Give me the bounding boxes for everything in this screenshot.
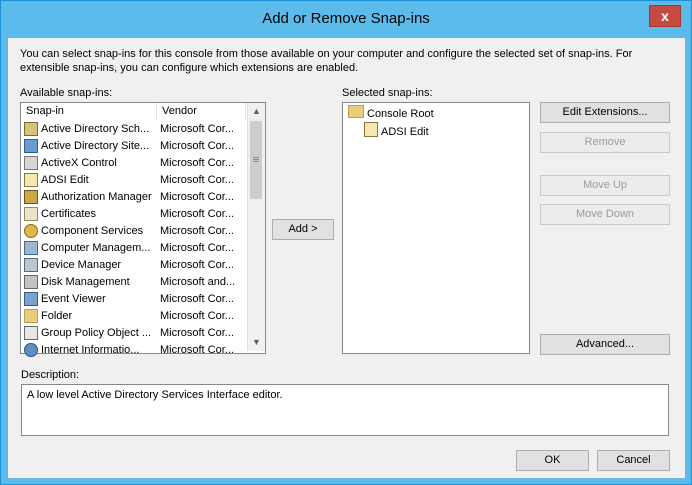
snapin-vendor: Microsoft Cor... (160, 310, 234, 322)
advanced-button[interactable]: Advanced... (540, 334, 670, 355)
move-up-button[interactable]: Move Up (540, 175, 670, 196)
close-button[interactable]: x (649, 5, 681, 27)
snapin-vendor: Microsoft Cor... (160, 327, 234, 339)
add-button[interactable]: Add > (272, 219, 334, 240)
certificate-icon (24, 207, 38, 221)
device-manager-icon (24, 258, 38, 272)
snapin-row[interactable]: ADSI Edit Microsoft Cor... (21, 172, 245, 189)
ok-button[interactable]: OK (516, 450, 589, 471)
snapin-vendor: Microsoft Cor... (160, 293, 234, 305)
snapin-name: Device Manager (41, 259, 122, 271)
snapin-vendor: Microsoft and... (160, 276, 236, 288)
disk-icon (24, 275, 38, 289)
selected-snapins-label: Selected snap-ins: (342, 87, 433, 99)
tree-item-adsi-edit[interactable]: ADSI Edit (364, 122, 429, 139)
snapin-row[interactable]: Certificates Microsoft Cor... (21, 206, 245, 223)
snapin-row[interactable]: Disk Management Microsoft and... (21, 274, 245, 291)
snapin-vendor: Microsoft Cor... (160, 344, 234, 356)
snapin-vendor: Microsoft Cor... (160, 259, 234, 271)
snapin-vendor: Microsoft Cor... (160, 123, 234, 135)
scroll-down-icon[interactable]: ▼ (248, 334, 265, 351)
description-label: Description: (21, 369, 80, 381)
available-snapins-list[interactable]: Snap-in Vendor Active Directory Sch... Mi… (20, 102, 266, 357)
snapin-name: Active Directory Sch... (41, 123, 150, 135)
snapin-vendor: Microsoft Cor... (160, 208, 234, 220)
adsi-edit-icon (24, 173, 38, 187)
snapin-vendor: Microsoft Cor... (160, 174, 234, 186)
remove-button[interactable]: Remove (540, 132, 670, 153)
snapin-row[interactable]: Event Viewer Microsoft Cor... (21, 291, 245, 308)
snapin-vendor: Microsoft Cor... (160, 242, 234, 254)
scroll-thumb[interactable] (250, 121, 262, 199)
column-header-vendor[interactable]: Vendor (157, 103, 246, 120)
available-snapins-label: Available snap-ins: (20, 87, 113, 99)
snapin-name: Component Services (41, 225, 144, 237)
snapin-row[interactable]: Active Directory Site... Microsoft Cor... (21, 138, 245, 155)
snapin-row[interactable]: Device Manager Microsoft Cor... (21, 257, 245, 274)
close-icon: x (661, 8, 669, 24)
title-bar[interactable]: Add or Remove Snap-ins x (1, 1, 691, 37)
cancel-button[interactable]: Cancel (597, 450, 670, 471)
snapin-name: ActiveX Control (41, 157, 117, 169)
group-policy-icon (24, 326, 38, 340)
snapin-vendor: Microsoft Cor... (160, 140, 234, 152)
snapin-row[interactable]: Authorization Manager Microsoft Cor... (21, 189, 245, 206)
scroll-up-icon[interactable]: ▲ (248, 103, 265, 120)
authorization-icon (24, 190, 38, 204)
snapin-name: Disk Management (41, 276, 130, 288)
activex-icon (24, 156, 38, 170)
snapin-name: Folder (41, 310, 73, 322)
snapin-name: Internet Informatio... (41, 344, 140, 356)
move-down-button[interactable]: Move Down (540, 204, 670, 225)
snapin-row[interactable]: Folder Microsoft Cor... (21, 308, 245, 325)
selected-snapins-tree[interactable]: Console Root ADSI Edit (342, 102, 530, 354)
component-services-icon (24, 224, 38, 238)
snapin-row[interactable]: Internet Informatio... Microsoft Cor... (21, 342, 245, 359)
list-scrollbar[interactable]: ▲ ▼ (247, 103, 265, 351)
dialog-window: Add or Remove Snap-ins x You can select … (0, 0, 692, 485)
dialog-title: Add or Remove Snap-ins (262, 10, 430, 27)
edit-extensions-button[interactable]: Edit Extensions... (540, 102, 670, 123)
column-header-snapin[interactable]: Snap-in (21, 103, 157, 120)
snapin-vendor: Microsoft Cor... (160, 191, 234, 203)
snapin-name: Group Policy Object ... (41, 327, 152, 339)
intro-text: You can select snap-ins for this console… (20, 48, 633, 74)
iis-icon (24, 343, 38, 357)
snapin-name: Authorization Manager (41, 191, 152, 203)
snapin-name: Active Directory Site... (41, 140, 150, 152)
snapin-row[interactable]: Active Directory Sch... Microsoft Cor... (21, 121, 245, 138)
ad-sites-icon (24, 139, 38, 153)
tree-item-console-root[interactable]: Console Root (348, 105, 434, 122)
dialog-body: You can select snap-ins for this console… (7, 37, 686, 479)
snapin-row[interactable]: Computer Managem... Microsoft Cor... (21, 240, 245, 257)
snapin-name: Computer Managem... (41, 242, 151, 254)
computer-management-icon (24, 241, 38, 255)
snapin-name: Certificates (41, 208, 97, 220)
description-box: A low level Active Directory Services In… (21, 384, 669, 436)
snapin-name: ADSI Edit (41, 174, 89, 186)
folder-icon (348, 105, 364, 118)
snapin-name: Event Viewer (41, 293, 106, 305)
snapin-vendor: Microsoft Cor... (160, 225, 234, 237)
ad-schema-icon (24, 122, 38, 136)
folder-icon (24, 309, 38, 323)
adsi-edit-icon (364, 122, 378, 137)
snapin-vendor: Microsoft Cor... (160, 157, 234, 169)
snapin-row[interactable]: Group Policy Object ... Microsoft Cor... (21, 325, 245, 342)
snapin-row[interactable]: Component Services Microsoft Cor... (21, 223, 245, 240)
snapin-row[interactable]: ActiveX Control Microsoft Cor... (21, 155, 245, 172)
event-viewer-icon (24, 292, 38, 306)
